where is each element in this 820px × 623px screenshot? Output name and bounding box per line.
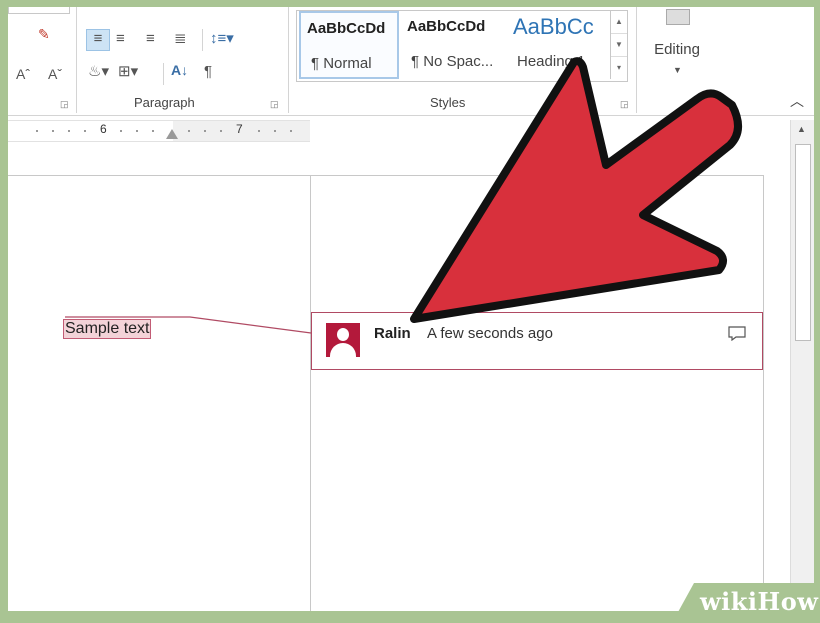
wikihow-watermark: wikiHow: [672, 583, 820, 623]
word-window: ✎ Aˆ Aˇ ≡ ≡ ≡ ≣ ↕≡▾ ♨▾ ⊞▾ A↓ ¶ ◲ Paragra…: [8, 7, 814, 611]
red-arrow-annotation: [410, 57, 742, 323]
wikihow-logo: wikiHow: [700, 587, 819, 616]
screenshot-frame: ✎ Aˆ Aˇ ≡ ≡ ≡ ≣ ↕≡▾ ♨▾ ⊞▾ A↓ ¶ ◲ Paragra…: [0, 0, 820, 623]
